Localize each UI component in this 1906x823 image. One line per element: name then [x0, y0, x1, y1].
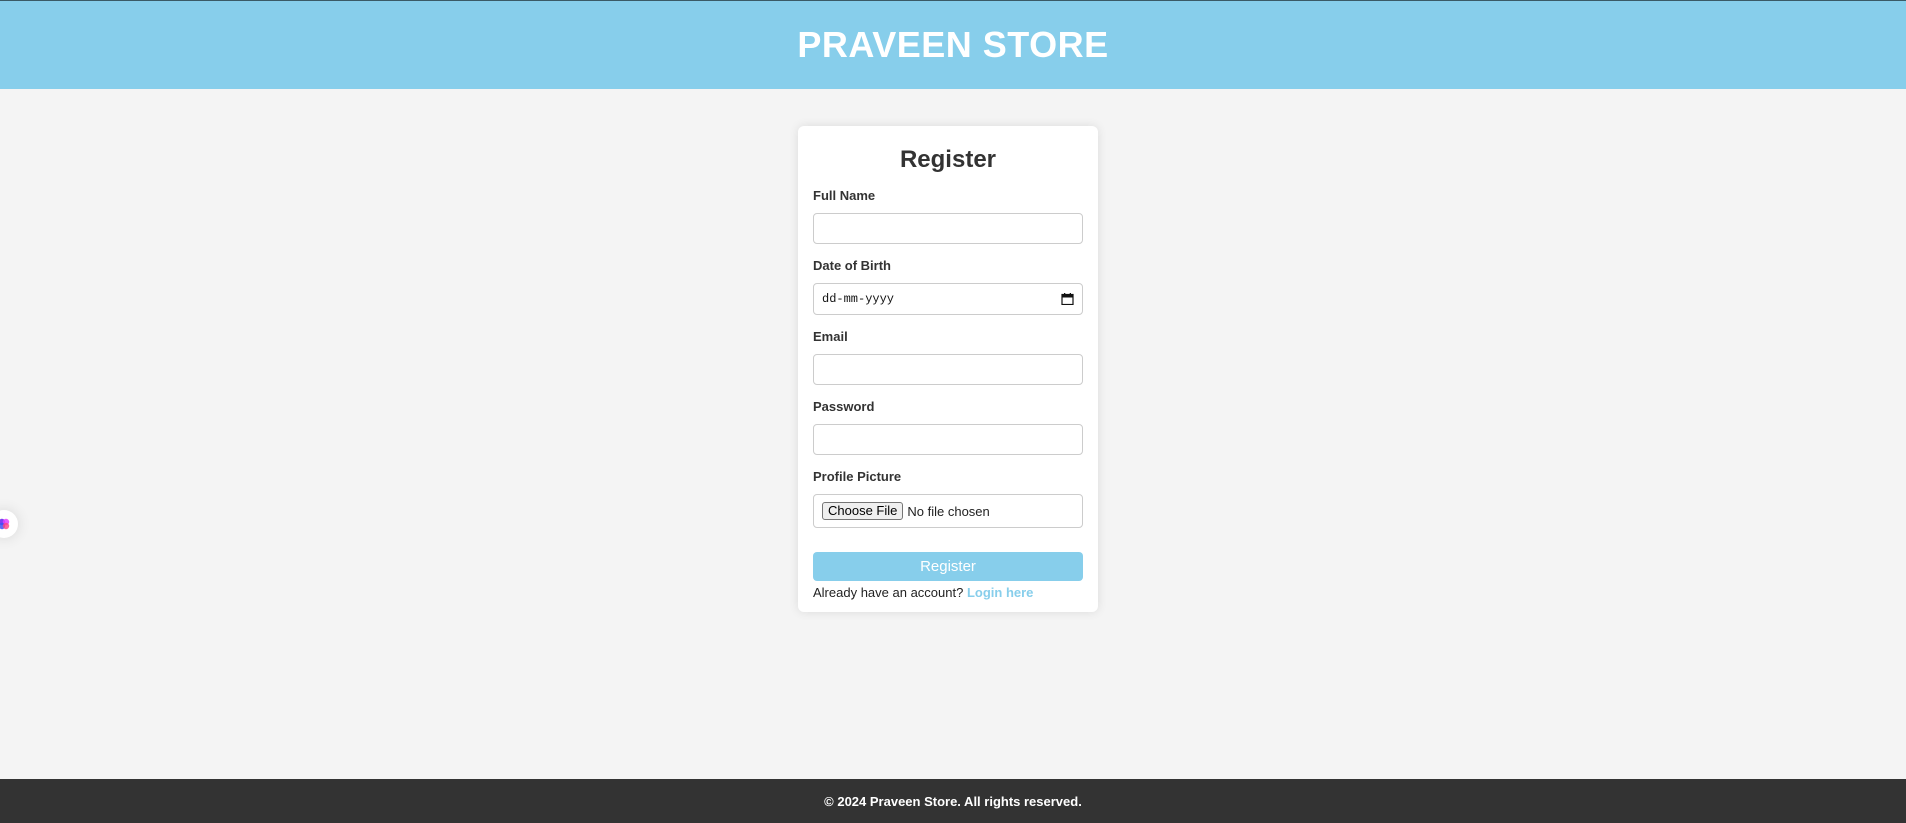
calendar-icon[interactable]: [1061, 293, 1074, 305]
profile-picture-input[interactable]: Choose File No file chosen: [813, 494, 1083, 528]
email-input[interactable]: [813, 354, 1083, 385]
full-name-input[interactable]: [813, 213, 1083, 244]
login-link[interactable]: Login here: [967, 585, 1033, 600]
password-input[interactable]: [813, 424, 1083, 455]
site-header: PRAVEEN STORE: [0, 0, 1906, 89]
file-status: No file chosen: [907, 503, 990, 519]
choose-file-button[interactable]: Choose File: [822, 502, 904, 520]
login-prompt-line: Already have an account? Login here: [813, 585, 1083, 600]
dob-placeholder: dd-mm-yyyy: [822, 292, 895, 306]
login-prompt: Already have an account?: [813, 585, 964, 600]
profile-picture-label: Profile Picture: [813, 469, 902, 484]
dob-label: Date of Birth: [813, 258, 891, 273]
site-footer: © 2024 Praveen Store. All rights reserve…: [0, 779, 1906, 823]
site-title: PRAVEEN STORE: [797, 24, 1109, 65]
register-button[interactable]: Register: [813, 552, 1083, 581]
form-title: Register: [899, 146, 997, 173]
footer-copyright: © 2024 Praveen Store. All rights reserve…: [824, 793, 1082, 809]
extension-icon[interactable]: [0, 510, 18, 538]
password-label: Password: [813, 399, 875, 414]
full-name-label: Full Name: [813, 188, 876, 203]
email-label: Email: [813, 329, 848, 344]
dob-input[interactable]: dd-mm-yyyy: [813, 283, 1083, 315]
register-card: Register Full Name Date of Birth dd-mm-y…: [798, 126, 1098, 612]
